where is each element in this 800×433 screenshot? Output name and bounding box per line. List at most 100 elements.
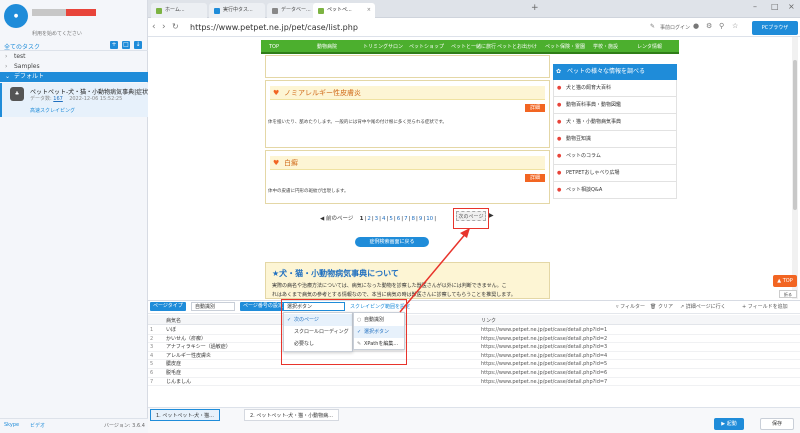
import-icon[interactable]: ↓	[134, 41, 142, 49]
filter-label: フィルター	[620, 304, 646, 310]
folder-label: デフォルト	[14, 73, 45, 80]
account-avatar[interactable]: ●	[4, 4, 28, 28]
sidebar-link[interactable]: ● 動物百科事典・動物図鑑	[553, 97, 677, 114]
new-task-icon[interactable]: +	[110, 41, 118, 49]
tab-home[interactable]: ホーム...	[151, 3, 207, 18]
save-button[interactable]: 保存	[760, 418, 794, 430]
sidebar-link-label: 動物百科事典・動物図鑑	[566, 102, 622, 108]
nav-item[interactable]: トリミングサロン	[363, 40, 403, 54]
pc-browser-button[interactable]: PCブラウザ	[752, 21, 798, 35]
nav-item[interactable]: レンタ情報	[637, 40, 662, 54]
page-link[interactable]: 8	[411, 216, 415, 222]
prev-page-link[interactable]: ◀ 前のページ	[320, 216, 353, 222]
table-row[interactable]: 2 かいせん（疥癬） https://www.petpet.ne.jp/pet/ca…	[148, 335, 800, 344]
sidebar-link[interactable]: ● 犬と猫の飼育大百科	[553, 80, 677, 97]
column-header-link[interactable]: リンク	[481, 317, 496, 324]
url-input[interactable]: https://www.petpet.ne.jp/pet/case/list.p…	[190, 23, 358, 32]
pre-login-button[interactable]: 事前ログイン	[660, 24, 690, 31]
window-close-icon[interactable]: ×	[788, 2, 795, 11]
sidebar-link[interactable]: ● ペット相談Q&A	[553, 182, 677, 199]
detail-page-button[interactable]: ↗ 詳細ページに行く	[680, 303, 726, 310]
map-icon[interactable]: ⚲	[719, 22, 724, 30]
star-icon[interactable]: ☆	[732, 22, 738, 30]
page-link[interactable]: 10	[426, 216, 433, 222]
table-row[interactable]: 7 じんましん https://www.petpet.ne.jp/pet/case/…	[148, 378, 800, 387]
table-row[interactable]: 3 アナフィラキシー（過敏症） https://www.petpet.ne.jp/p…	[148, 343, 800, 352]
folder-samples[interactable]: › Samples	[0, 62, 148, 72]
tab-running[interactable]: 実行中タス...	[209, 3, 265, 18]
new-tab-icon[interactable]: +	[531, 3, 539, 13]
filter-button[interactable]: ▿ フィルター	[616, 303, 645, 310]
sidebar-link[interactable]: ● PETPETおしゃべり広場	[553, 165, 677, 182]
close-icon[interactable]: ×	[367, 3, 371, 18]
column-header-disease[interactable]: 病気名	[166, 317, 181, 324]
add-field-button[interactable]: + フィールドを追加	[742, 303, 788, 310]
sidebar-link-label: 犬と猫の飼育大百科	[566, 85, 612, 91]
run-button[interactable]: ▶ 起動	[714, 418, 744, 430]
nav-item[interactable]: ペットと一緒に旅行	[451, 40, 496, 54]
clear-button[interactable]: 🗑 クリア	[650, 303, 673, 310]
page-link[interactable]: 9	[419, 216, 423, 222]
page-link[interactable]: 2	[367, 216, 371, 222]
collapse-button[interactable]: 折る	[779, 290, 797, 298]
page-type-select[interactable]: 自動識別	[191, 302, 235, 311]
detail-button[interactable]: 詳細	[525, 104, 545, 112]
page-link[interactable]: 4	[382, 216, 386, 222]
row-number: 6	[150, 370, 154, 376]
settings-icon[interactable]: ⚙	[706, 22, 712, 30]
nav-item[interactable]: ペットショップ	[409, 40, 444, 54]
back-to-top-button[interactable]: ▲ TOP	[773, 275, 797, 287]
fast-scrape-link[interactable]: 高速スクレイピング	[30, 107, 75, 114]
page-link[interactable]: 6	[397, 216, 401, 222]
heart-icon: ♥	[273, 89, 280, 97]
data-tab-1[interactable]: 1. ペットペット-犬・猫...	[150, 409, 220, 421]
forward-icon[interactable]: ›	[162, 22, 166, 32]
cell-link: https://www.petpet.ne.jp/pet/case/detail…	[481, 344, 608, 351]
sidebar-link[interactable]: ● ペットのコラム	[553, 148, 677, 165]
clear-label: クリア	[657, 304, 673, 310]
skype-link[interactable]: Skype	[4, 422, 19, 428]
new-folder-icon[interactable]: □	[122, 41, 130, 49]
folder-default[interactable]: ⌄ デフォルト	[0, 72, 148, 82]
reload-icon[interactable]: ↻	[172, 22, 179, 31]
tab-label: ホーム...	[165, 7, 185, 13]
case-card: ♥ 白癬 詳細 体中の皮膚に円形の斑紋が出現します。	[265, 150, 550, 204]
tab-label: データベー...	[281, 7, 311, 13]
folder-label: Samples	[14, 63, 40, 70]
sidebar-link[interactable]: ● 動物豆知識	[553, 131, 677, 148]
table-row[interactable]: 4 アレルギー性皮膚炎 https://www.petpet.ne.jp/pet/c…	[148, 352, 800, 361]
case-title[interactable]: ノミアレルギー性皮膚炎	[284, 89, 361, 97]
nav-item[interactable]: 学校・施設	[593, 40, 618, 54]
nav-item[interactable]: 動物病院	[317, 40, 337, 54]
sidebar-link-label: PETPETおしゃべり広場	[566, 170, 620, 176]
page-link[interactable]: 5	[389, 216, 393, 222]
minimize-icon[interactable]: –	[753, 2, 757, 11]
nav-item[interactable]: ペット保険・霊園	[545, 40, 585, 54]
detail-button[interactable]: 詳細	[525, 174, 545, 182]
task-item[interactable]: ♣ ペットペット-犬・猫・小動物病気事典|症状... データ数: 167 202…	[0, 83, 154, 117]
home-icon	[156, 8, 162, 14]
page-link[interactable]: 7	[404, 216, 408, 222]
task-data-count[interactable]: 167	[53, 96, 63, 102]
page-link[interactable]: 3	[375, 216, 379, 222]
maximize-icon[interactable]: □	[771, 2, 779, 11]
back-icon[interactable]: ‹	[152, 22, 156, 32]
case-text: 体中の皮膚に円形の斑紋が出現します。	[268, 189, 349, 194]
tab-petpet[interactable]: ペットペ... ×	[313, 3, 375, 18]
video-link[interactable]: ビデオ	[30, 422, 45, 429]
table-row[interactable]: 5 膿皮症 https://www.petpet.ne.jp/pet/case/de…	[148, 360, 800, 369]
case-card-header: ♥ 白癬	[270, 156, 545, 170]
data-tab-2[interactable]: 2. ペットペット-犬・猫・小動物病...	[244, 409, 339, 421]
nav-item[interactable]: TOP	[269, 40, 279, 54]
next-arrow-icon[interactable]: ▶	[489, 212, 494, 219]
back-to-search-button[interactable]: 症例検索画面に戻る	[355, 237, 429, 247]
nav-item[interactable]: ペットとお出かけ	[497, 40, 537, 54]
sidebar-link[interactable]: ● 犬・猫・小動物病気事典	[553, 114, 677, 131]
edit-icon[interactable]: ✎	[650, 23, 655, 30]
user-icon[interactable]: ●	[693, 22, 699, 30]
table-row[interactable]: 1 いぼ https://www.petpet.ne.jp/pet/case/det…	[148, 326, 800, 335]
case-title[interactable]: 白癬	[284, 159, 298, 167]
page-scrollbar-thumb[interactable]	[793, 60, 797, 210]
table-row[interactable]: 6 脱毛症 https://www.petpet.ne.jp/pet/case/de…	[148, 369, 800, 378]
folder-test[interactable]: › test	[0, 52, 148, 62]
